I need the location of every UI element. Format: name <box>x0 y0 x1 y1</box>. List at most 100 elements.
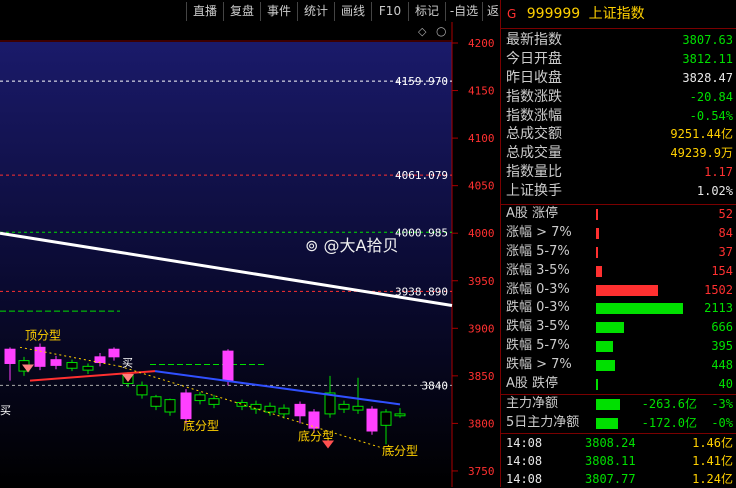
stat-value: -0.54% <box>689 108 733 123</box>
toolbar-button-1[interactable]: 复盘 <box>223 2 260 21</box>
breadth-bar <box>596 209 598 221</box>
stat-row: 总成交额 9251.44亿 <box>501 125 736 144</box>
stat-label: 指数涨幅 <box>506 107 562 124</box>
breadth-label: 跌幅 > 7% <box>506 357 572 373</box>
tick-volume: 1.24亿 <box>692 471 733 486</box>
stat-row: 指数涨跌 -20.84 <box>501 88 736 107</box>
tick-price: 3808.11 <box>585 453 636 468</box>
breadth-bar <box>596 341 613 353</box>
price-axis-label: 3800 <box>468 417 495 430</box>
stat-label: 今日开盘 <box>506 50 562 67</box>
candle-body <box>108 348 120 358</box>
breadth-value: 2113 <box>704 301 733 316</box>
breadth-label: A股 涨停 <box>506 206 559 222</box>
candle-body <box>150 396 162 407</box>
toolbar-button-5[interactable]: F10 <box>371 2 408 21</box>
toolbar-button-6[interactable]: 标记 <box>408 2 445 21</box>
breadth-label: 跌幅 3-5% <box>506 319 570 335</box>
price-axis-label: 4050 <box>468 180 495 193</box>
kline-chart[interactable]: 4200 4150 4100 4050 4000 3950 3900 3850 3800 3750… <box>0 22 500 487</box>
price-level-label: 4000.985 <box>395 226 448 239</box>
diamond-icon[interactable]: ◇ <box>418 25 426 38</box>
toolbar-button-7[interactable]: -自选 <box>445 2 482 21</box>
stat-value: -20.84 <box>689 89 733 104</box>
breadth-bar <box>596 360 615 372</box>
candle-body <box>66 362 78 369</box>
kline-chart-area[interactable]: 4200 4150 4100 4050 4000 3950 3900 3850 3800 3750… <box>0 22 500 487</box>
candle-body <box>338 403 350 410</box>
stat-label: 总成交量 <box>506 145 562 162</box>
stat-label: 总成交额 <box>506 126 562 143</box>
candle-body <box>4 348 16 364</box>
tick-row: 14:08 3808.11 1.41亿 <box>501 452 736 470</box>
tick-price: 3808.24 <box>585 435 636 450</box>
index-name: 上证指数 <box>588 6 645 22</box>
capital-value: -172.0亿 <box>641 415 697 430</box>
breadth-label: 涨幅 3-5% <box>506 262 570 278</box>
bottom-pattern-label: 底分型 <box>382 443 418 458</box>
breadth-bar <box>596 379 598 391</box>
breadth-label: 涨幅 0-3% <box>506 281 570 297</box>
stat-row: 指数涨幅 -0.54% <box>501 107 736 126</box>
breadth-row: A股 涨停 52 <box>501 205 736 224</box>
breadth-label: 涨幅 > 7% <box>506 224 572 240</box>
weibo-icon: ⊚ <box>305 236 319 255</box>
candle-body <box>278 407 290 415</box>
tick-row: 14:08 3807.77 1.24亿 <box>501 470 736 488</box>
price-level-label: 4159.970 <box>395 75 448 88</box>
stat-row: 总成交量 49239.9万 <box>501 144 736 163</box>
buy-mark: 买 <box>0 404 11 417</box>
stat-row: 昨日收盘 3828.47 <box>501 69 736 88</box>
capital-bar <box>596 417 618 429</box>
breadth-row: 涨幅 3-5% 154 <box>501 262 736 281</box>
breadth-row: 跌幅 3-5% 666 <box>501 318 736 337</box>
breadth-row: A股 跌停 40 <box>501 375 736 394</box>
capital-pct: -3% <box>711 396 733 411</box>
tick-volume: 1.41亿 <box>692 453 733 468</box>
ring-icon[interactable]: ○ <box>436 24 446 38</box>
toolbar-button-3[interactable]: 统计 <box>297 2 334 21</box>
breadth-row: 涨幅 > 7% 84 <box>501 224 736 243</box>
breadth-value: 1502 <box>704 282 733 297</box>
stat-value: 9251.44亿 <box>670 127 733 142</box>
candle-body <box>308 411 320 429</box>
tick-volume: 1.46亿 <box>692 435 733 450</box>
price-axis-label: 4200 <box>468 37 495 50</box>
tick-row: 14:08 3808.24 1.46亿 <box>501 434 736 452</box>
price-axis-label: 3850 <box>468 370 495 383</box>
capital-value: -263.6亿 <box>641 396 697 411</box>
stat-value: 1.02% <box>696 184 733 199</box>
tick-list: 14:08 3808.24 1.46亿 14:08 3808.11 1.41亿 14:08 3… <box>501 434 736 488</box>
candle-body <box>394 413 406 417</box>
top-toolbar: 直播 复盘 事件 统计 画线 F10 标记 -自选 返回 <box>0 0 511 22</box>
buy-mark: 买 <box>122 356 133 369</box>
capital-row: 5日主力净额 -172.0亿 -0% <box>501 414 736 433</box>
breadth-value: 154 <box>711 263 733 278</box>
stat-label: 昨日收盘 <box>506 69 562 86</box>
breadth-row: 涨幅 0-3% 1502 <box>501 281 736 300</box>
capital-label: 5日主力净额 <box>506 414 580 430</box>
breadth-row: 跌幅 > 7% 448 <box>501 356 736 375</box>
price-axis-label: 4150 <box>468 85 495 98</box>
breadth-bar <box>596 322 624 334</box>
stat-label: 指数涨跌 <box>506 88 562 105</box>
candle-body <box>50 359 62 366</box>
quote-header: G 999999 上证指数 <box>501 0 736 28</box>
breadth-label: A股 跌停 <box>506 376 559 392</box>
candle-body <box>250 403 262 410</box>
breadth-bar <box>596 227 599 239</box>
breadth-label: 跌幅 5-7% <box>506 338 570 354</box>
breadth-value: 37 <box>718 244 733 259</box>
candle-body <box>136 384 148 396</box>
breadth-value: 666 <box>711 320 733 335</box>
toolbar-button-2[interactable]: 事件 <box>260 2 297 21</box>
stat-row: 上证换手 1.02% <box>501 182 736 201</box>
toolbar-button-4[interactable]: 画线 <box>334 2 371 21</box>
breadth-bar <box>596 303 683 315</box>
breadth-value: 40 <box>718 377 733 392</box>
price-level-label: 3840 <box>422 379 449 392</box>
stat-value: 3828.47 <box>682 70 733 85</box>
breadth-value: 395 <box>711 339 733 354</box>
toolbar-button-0[interactable]: 直播 <box>186 2 223 21</box>
price-axis-label: 3750 <box>468 465 495 478</box>
